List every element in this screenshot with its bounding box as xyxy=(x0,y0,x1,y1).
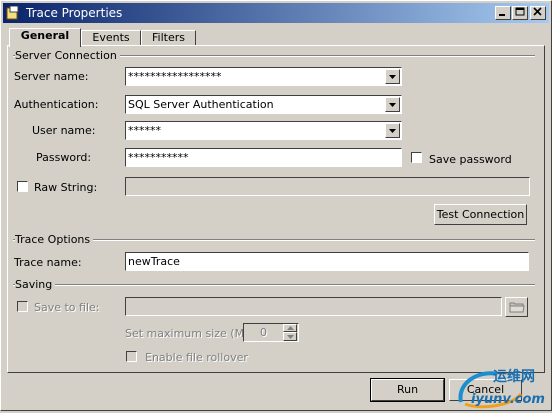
chevron-down-icon xyxy=(287,335,294,339)
user-name-value: ****** xyxy=(128,124,161,137)
user-name-dropdown-arrow[interactable] xyxy=(385,123,400,138)
raw-string-checkbox[interactable] xyxy=(17,181,28,192)
raw-string-label: Raw String: xyxy=(34,181,98,194)
watermark-logo: 运维网 iyunv.com xyxy=(451,364,551,410)
app-icon xyxy=(6,6,19,20)
trace-properties-window: Trace Properties General Events Filters … xyxy=(0,0,552,411)
chevron-down-icon xyxy=(389,129,396,133)
max-size-label: Set maximum size (MB) xyxy=(125,327,256,340)
watermark-text-url: iyunv.com xyxy=(471,392,545,407)
tab-events[interactable]: Events xyxy=(81,30,141,46)
trace-options-heading: Trace Options xyxy=(15,233,94,246)
save-password-checkbox[interactable] xyxy=(411,152,422,163)
user-name-label: User name: xyxy=(32,124,96,137)
trace-name-value: newTrace xyxy=(128,255,180,268)
tab-general[interactable]: General xyxy=(9,28,81,47)
watermark-text-cn: 运维网 xyxy=(493,369,535,385)
save-to-file-path-input[interactable] xyxy=(125,297,502,316)
password-value: *********** xyxy=(128,151,189,164)
run-button[interactable]: Run xyxy=(370,378,445,402)
max-size-value: 0 xyxy=(260,326,267,339)
server-name-label: Server name: xyxy=(14,70,89,83)
stepper-down-button[interactable] xyxy=(283,332,297,341)
save-to-file-checkbox[interactable] xyxy=(17,301,28,312)
trace-name-label: Trace name: xyxy=(14,256,82,269)
browse-file-button[interactable] xyxy=(505,297,528,317)
file-rollover-label: Enable file rollover xyxy=(145,351,248,364)
authentication-label: Authentication: xyxy=(14,98,99,111)
save-to-file-label: Save to file: xyxy=(34,301,100,314)
password-input[interactable]: *********** xyxy=(125,148,402,167)
server-name-dropdown[interactable]: ***************** xyxy=(125,67,402,86)
password-label: Password: xyxy=(36,151,92,164)
chevron-down-icon xyxy=(389,103,396,107)
chevron-up-icon xyxy=(287,326,294,330)
server-name-value: ***************** xyxy=(128,70,222,83)
raw-string-input[interactable] xyxy=(125,177,530,196)
authentication-value: SQL Server Authentication xyxy=(128,98,274,111)
saving-heading: Saving xyxy=(15,278,56,291)
title-bar[interactable]: Trace Properties xyxy=(3,3,549,23)
minimize-icon xyxy=(499,14,505,16)
trace-name-input[interactable]: newTrace xyxy=(125,252,529,271)
user-name-dropdown[interactable]: ****** xyxy=(125,121,402,140)
save-password-label: Save password xyxy=(429,153,512,166)
file-rollover-checkbox[interactable] xyxy=(126,351,137,362)
maximize-button[interactable] xyxy=(512,6,528,20)
max-size-stepper[interactable]: 0 xyxy=(243,323,299,342)
chevron-down-icon xyxy=(389,75,396,79)
test-connection-button[interactable]: Test Connection xyxy=(434,204,527,225)
minimize-button[interactable] xyxy=(495,6,511,20)
maximize-icon xyxy=(515,7,525,16)
server-name-dropdown-arrow[interactable] xyxy=(385,69,400,84)
stepper-up-button[interactable] xyxy=(283,324,297,332)
authentication-dropdown[interactable]: SQL Server Authentication xyxy=(125,95,402,114)
window-title: Trace Properties xyxy=(26,6,123,20)
tab-filters[interactable]: Filters xyxy=(141,30,196,46)
close-button[interactable] xyxy=(530,6,546,20)
folder-icon xyxy=(509,302,525,313)
section-divider xyxy=(13,284,535,286)
server-connection-heading: Server Connection xyxy=(15,49,120,62)
authentication-dropdown-arrow[interactable] xyxy=(385,97,400,112)
close-icon xyxy=(533,7,542,16)
